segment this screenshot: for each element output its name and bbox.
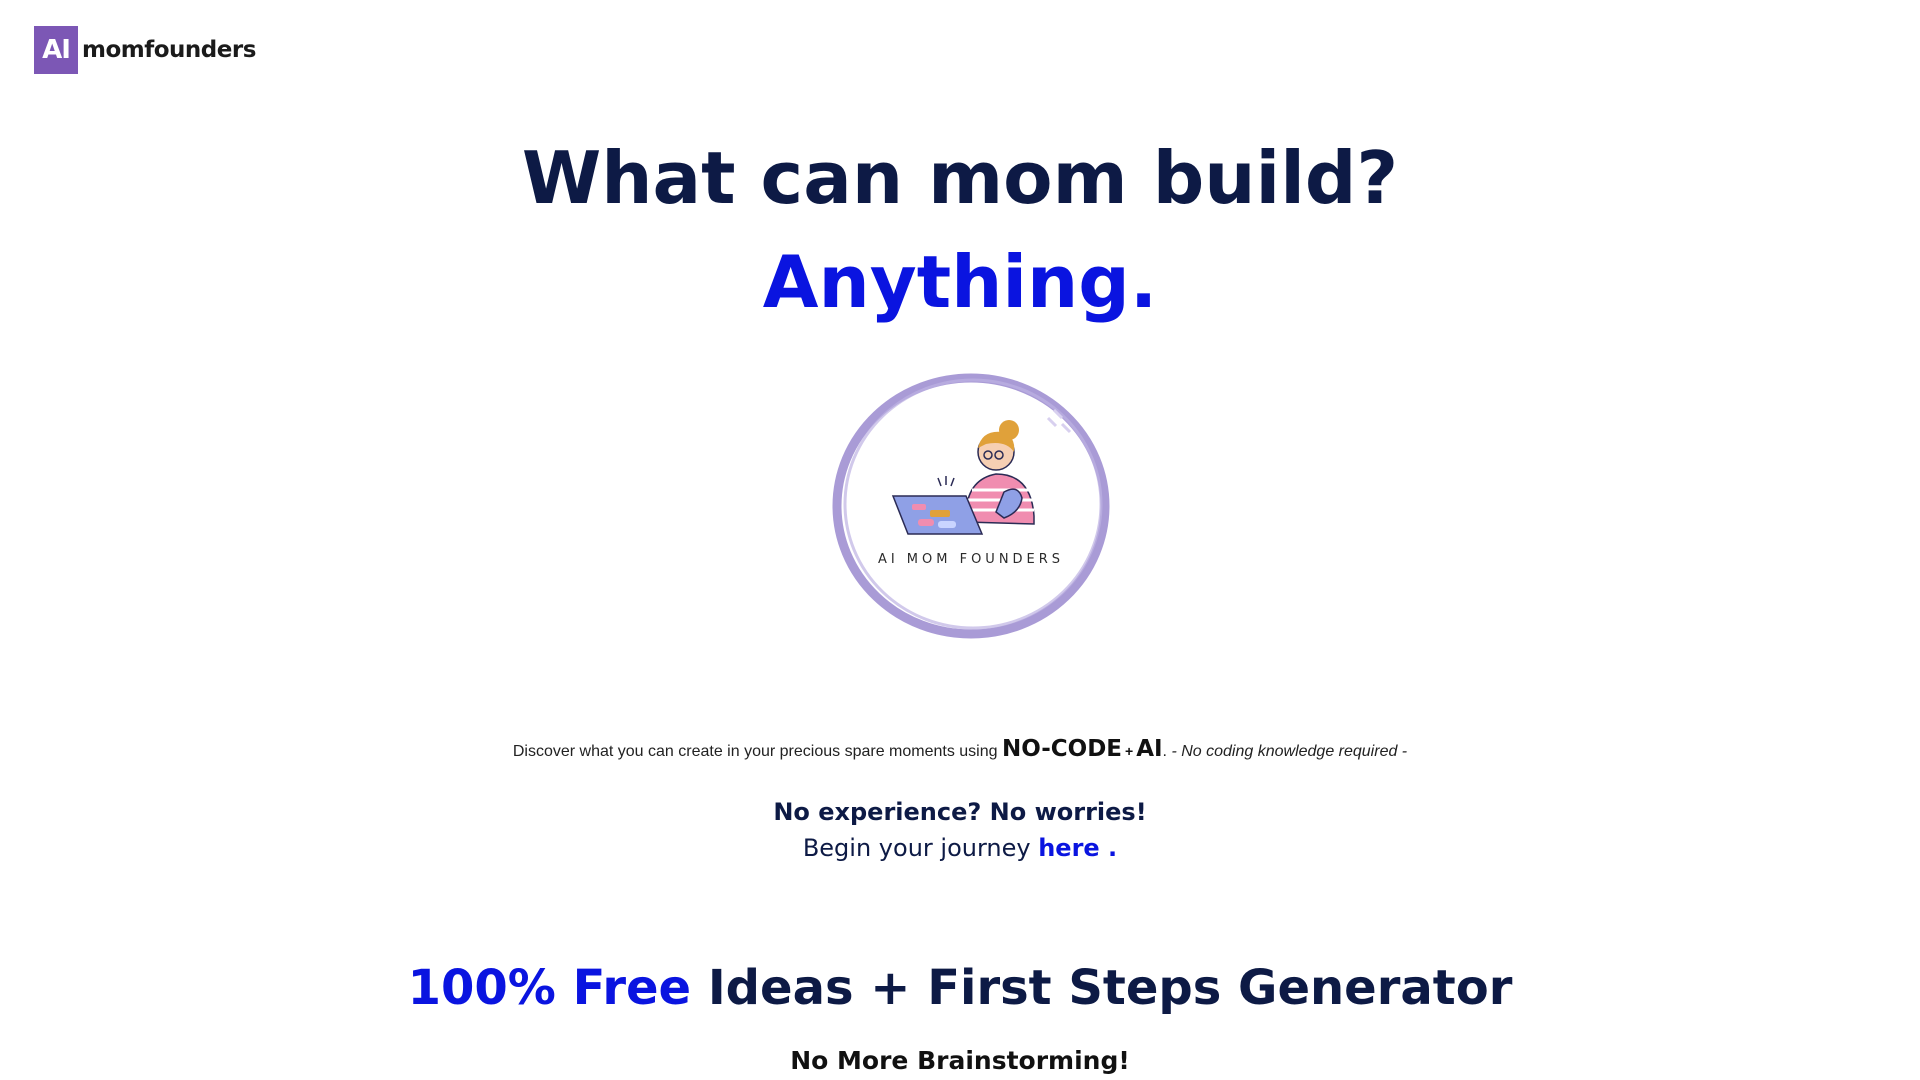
badge-label: AI MOM FOUNDERS <box>878 552 1064 567</box>
generator-heading: 100% Free Ideas + First Steps Generator <box>0 960 1920 1016</box>
no-more-brainstorming: No More Brainstorming! <box>790 1046 1130 1075</box>
hero-title: What can mom build? <box>521 136 1399 220</box>
no-coding-note: - No coding knowledge required - <box>1167 743 1408 760</box>
discover-lead: Discover what you can create in your pre… <box>512 743 1002 760</box>
ai-mom-founders-badge: AI MOM FOUNDERS <box>832 373 1110 639</box>
free-highlight: 100% Free <box>407 960 692 1016</box>
generator-title-rest: Ideas + First Steps Generator <box>691 960 1513 1016</box>
no-experience-heading: No experience? No worries! <box>773 798 1147 826</box>
begin-text: Begin your journey <box>802 834 1039 862</box>
ai-label: AI <box>1136 736 1163 762</box>
logo-mark: AI <box>34 26 78 74</box>
discover-line: Discover what you can create in your pre… <box>0 736 1920 762</box>
logo-text: momfounders <box>82 37 256 63</box>
begin-journey-line: Begin your journey here . <box>0 834 1920 862</box>
plus-sign: + <box>1125 743 1134 759</box>
mom-laptop-illustration <box>891 420 1035 535</box>
nocode-label: NO-CODE <box>1001 736 1122 762</box>
hero-subtitle: Anything. <box>762 240 1158 324</box>
here-link[interactable]: here . <box>1038 834 1117 862</box>
brand-logo[interactable]: AI momfounders <box>34 26 256 74</box>
